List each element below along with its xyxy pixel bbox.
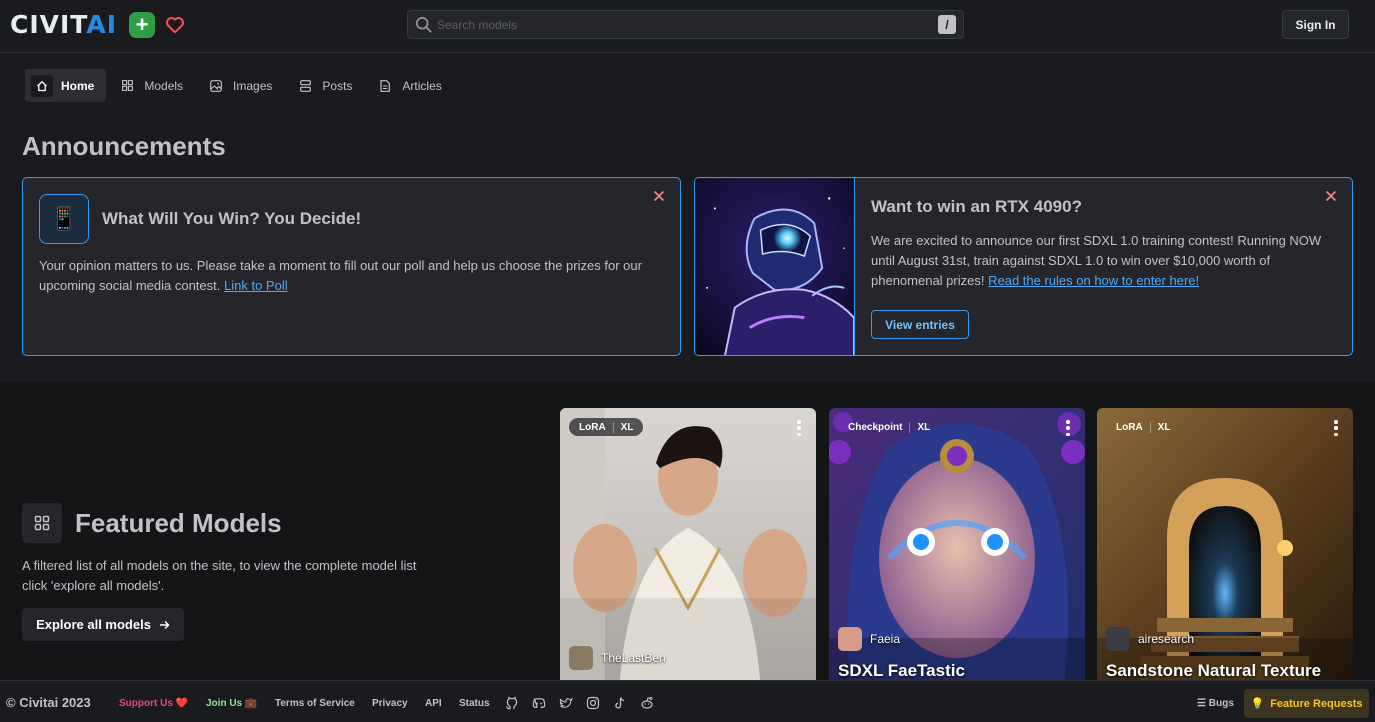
status-link[interactable]: Status <box>459 698 490 709</box>
avatar <box>1106 627 1130 651</box>
nav-item-posts[interactable]: Posts <box>286 69 364 102</box>
nav-label: Home <box>61 78 95 93</box>
category-icon <box>22 503 62 543</box>
github-icon[interactable] <box>505 696 519 710</box>
twitter-icon[interactable] <box>559 696 573 710</box>
support-us-link[interactable]: Support Us ❤️ <box>119 698 188 709</box>
model-creator[interactable]: TheLastBen <box>569 646 666 670</box>
model-name: SDXL FaeTastic <box>838 661 965 680</box>
nav-item-home[interactable]: Home <box>25 69 107 102</box>
more-options-icon[interactable] <box>1333 420 1339 436</box>
featured-models-title: Featured Models <box>75 508 282 538</box>
contest-robot-image <box>695 178 855 355</box>
nav-item-articles[interactable]: Articles <box>366 69 453 102</box>
privacy-link[interactable]: Privacy <box>372 698 408 709</box>
close-icon[interactable] <box>1324 190 1338 204</box>
api-link[interactable]: API <box>425 698 442 709</box>
top-header: CIVITAI + / Sign In <box>0 0 1375 53</box>
model-preview-image <box>560 408 816 680</box>
contest-rules-link[interactable]: Read the rules on how to enter here! <box>988 273 1199 288</box>
model-card[interactable]: LoRA XL airesearch Sandstone Natural Text… <box>1097 408 1353 680</box>
mobile-phone-icon: 📱 <box>39 194 89 244</box>
model-card[interactable]: LoRA XL TheLastBen <box>560 408 816 680</box>
footer: © Civitai 2023 Support Us ❤️ Join Us 💼 T… <box>0 680 1375 722</box>
create-plus-button[interactable]: + <box>129 12 155 38</box>
search-shortcut-key: / <box>938 15 956 34</box>
poll-link[interactable]: Link to Poll <box>224 278 288 293</box>
feature-requests-button[interactable]: 💡 Feature Requests <box>1244 689 1369 718</box>
announcement-title: Want to win an RTX 4090? <box>871 197 1082 216</box>
announcement-card-contest: Want to win an RTX 4090? We are excited … <box>694 177 1353 356</box>
model-creator[interactable]: Faeia <box>838 627 900 651</box>
file-text-icon <box>376 77 394 95</box>
avatar <box>838 627 862 651</box>
announcement-card-poll: 📱 What Will You Win? You Decide! Your op… <box>22 177 681 356</box>
layout-list-icon <box>296 77 314 95</box>
search-icon <box>415 16 432 33</box>
view-entries-button[interactable]: View entries <box>871 310 969 339</box>
close-icon[interactable] <box>652 190 666 204</box>
instagram-icon[interactable] <box>586 696 600 710</box>
join-us-link[interactable]: Join Us 💼 <box>206 698 257 709</box>
arrow-right-icon <box>159 620 170 629</box>
photo-icon <box>207 77 225 95</box>
support-heart-icon[interactable] <box>163 12 187 38</box>
explore-all-models-button[interactable]: Explore all models <box>22 608 184 641</box>
nav-item-images[interactable]: Images <box>197 69 284 102</box>
model-type-badges: LoRA XL <box>569 418 644 436</box>
bulb-icon: 💡 <box>1250 698 1265 710</box>
copyright: © Civitai 2023 <box>6 695 91 710</box>
home-icon <box>31 74 53 97</box>
terms-of-service-link[interactable]: Terms of Service <box>275 698 355 709</box>
search-input[interactable] <box>437 16 917 34</box>
announcement-body: We are excited to announce our first SDX… <box>871 233 1322 288</box>
category-icon <box>118 77 136 95</box>
home-nav: Home Models Images Posts Articles <box>25 69 456 102</box>
model-type-badges: Checkpoint XL <box>838 418 940 436</box>
sign-in-button[interactable]: Sign In <box>1282 10 1349 39</box>
featured-models-description: A filtered list of all models on the sit… <box>22 558 417 593</box>
model-name: Sandstone Natural Texture <box>1106 661 1322 680</box>
announcement-title: What Will You Win? You Decide! <box>102 209 362 228</box>
more-options-icon[interactable] <box>796 420 802 436</box>
nav-label: Posts <box>322 78 353 93</box>
discord-icon[interactable] <box>532 696 546 710</box>
model-card[interactable]: Checkpoint XL Faeia SDXL FaeTastic <box>829 408 1085 680</box>
tiktok-icon[interactable] <box>613 696 627 710</box>
nav-label: Articles <box>402 78 442 93</box>
announcements-title: Announcements <box>22 131 226 161</box>
more-options-icon[interactable] <box>1065 420 1071 436</box>
nav-label: Images <box>233 78 273 93</box>
reddit-icon[interactable] <box>640 696 654 710</box>
avatar <box>569 646 593 670</box>
model-type-badges: LoRA XL <box>1106 418 1180 436</box>
search-bar[interactable]: / <box>407 10 964 39</box>
nav-item-models[interactable]: Models <box>108 69 195 102</box>
nav-label: Models <box>144 78 184 93</box>
bugs-link[interactable]: ☰ Bugs <box>1197 698 1234 709</box>
civitai-logo[interactable]: CIVITAI <box>10 12 117 38</box>
announcement-body: Your opinion matters to us. Please take … <box>39 258 642 293</box>
list-icon: ☰ <box>1197 698 1206 709</box>
model-creator[interactable]: airesearch <box>1106 627 1194 651</box>
